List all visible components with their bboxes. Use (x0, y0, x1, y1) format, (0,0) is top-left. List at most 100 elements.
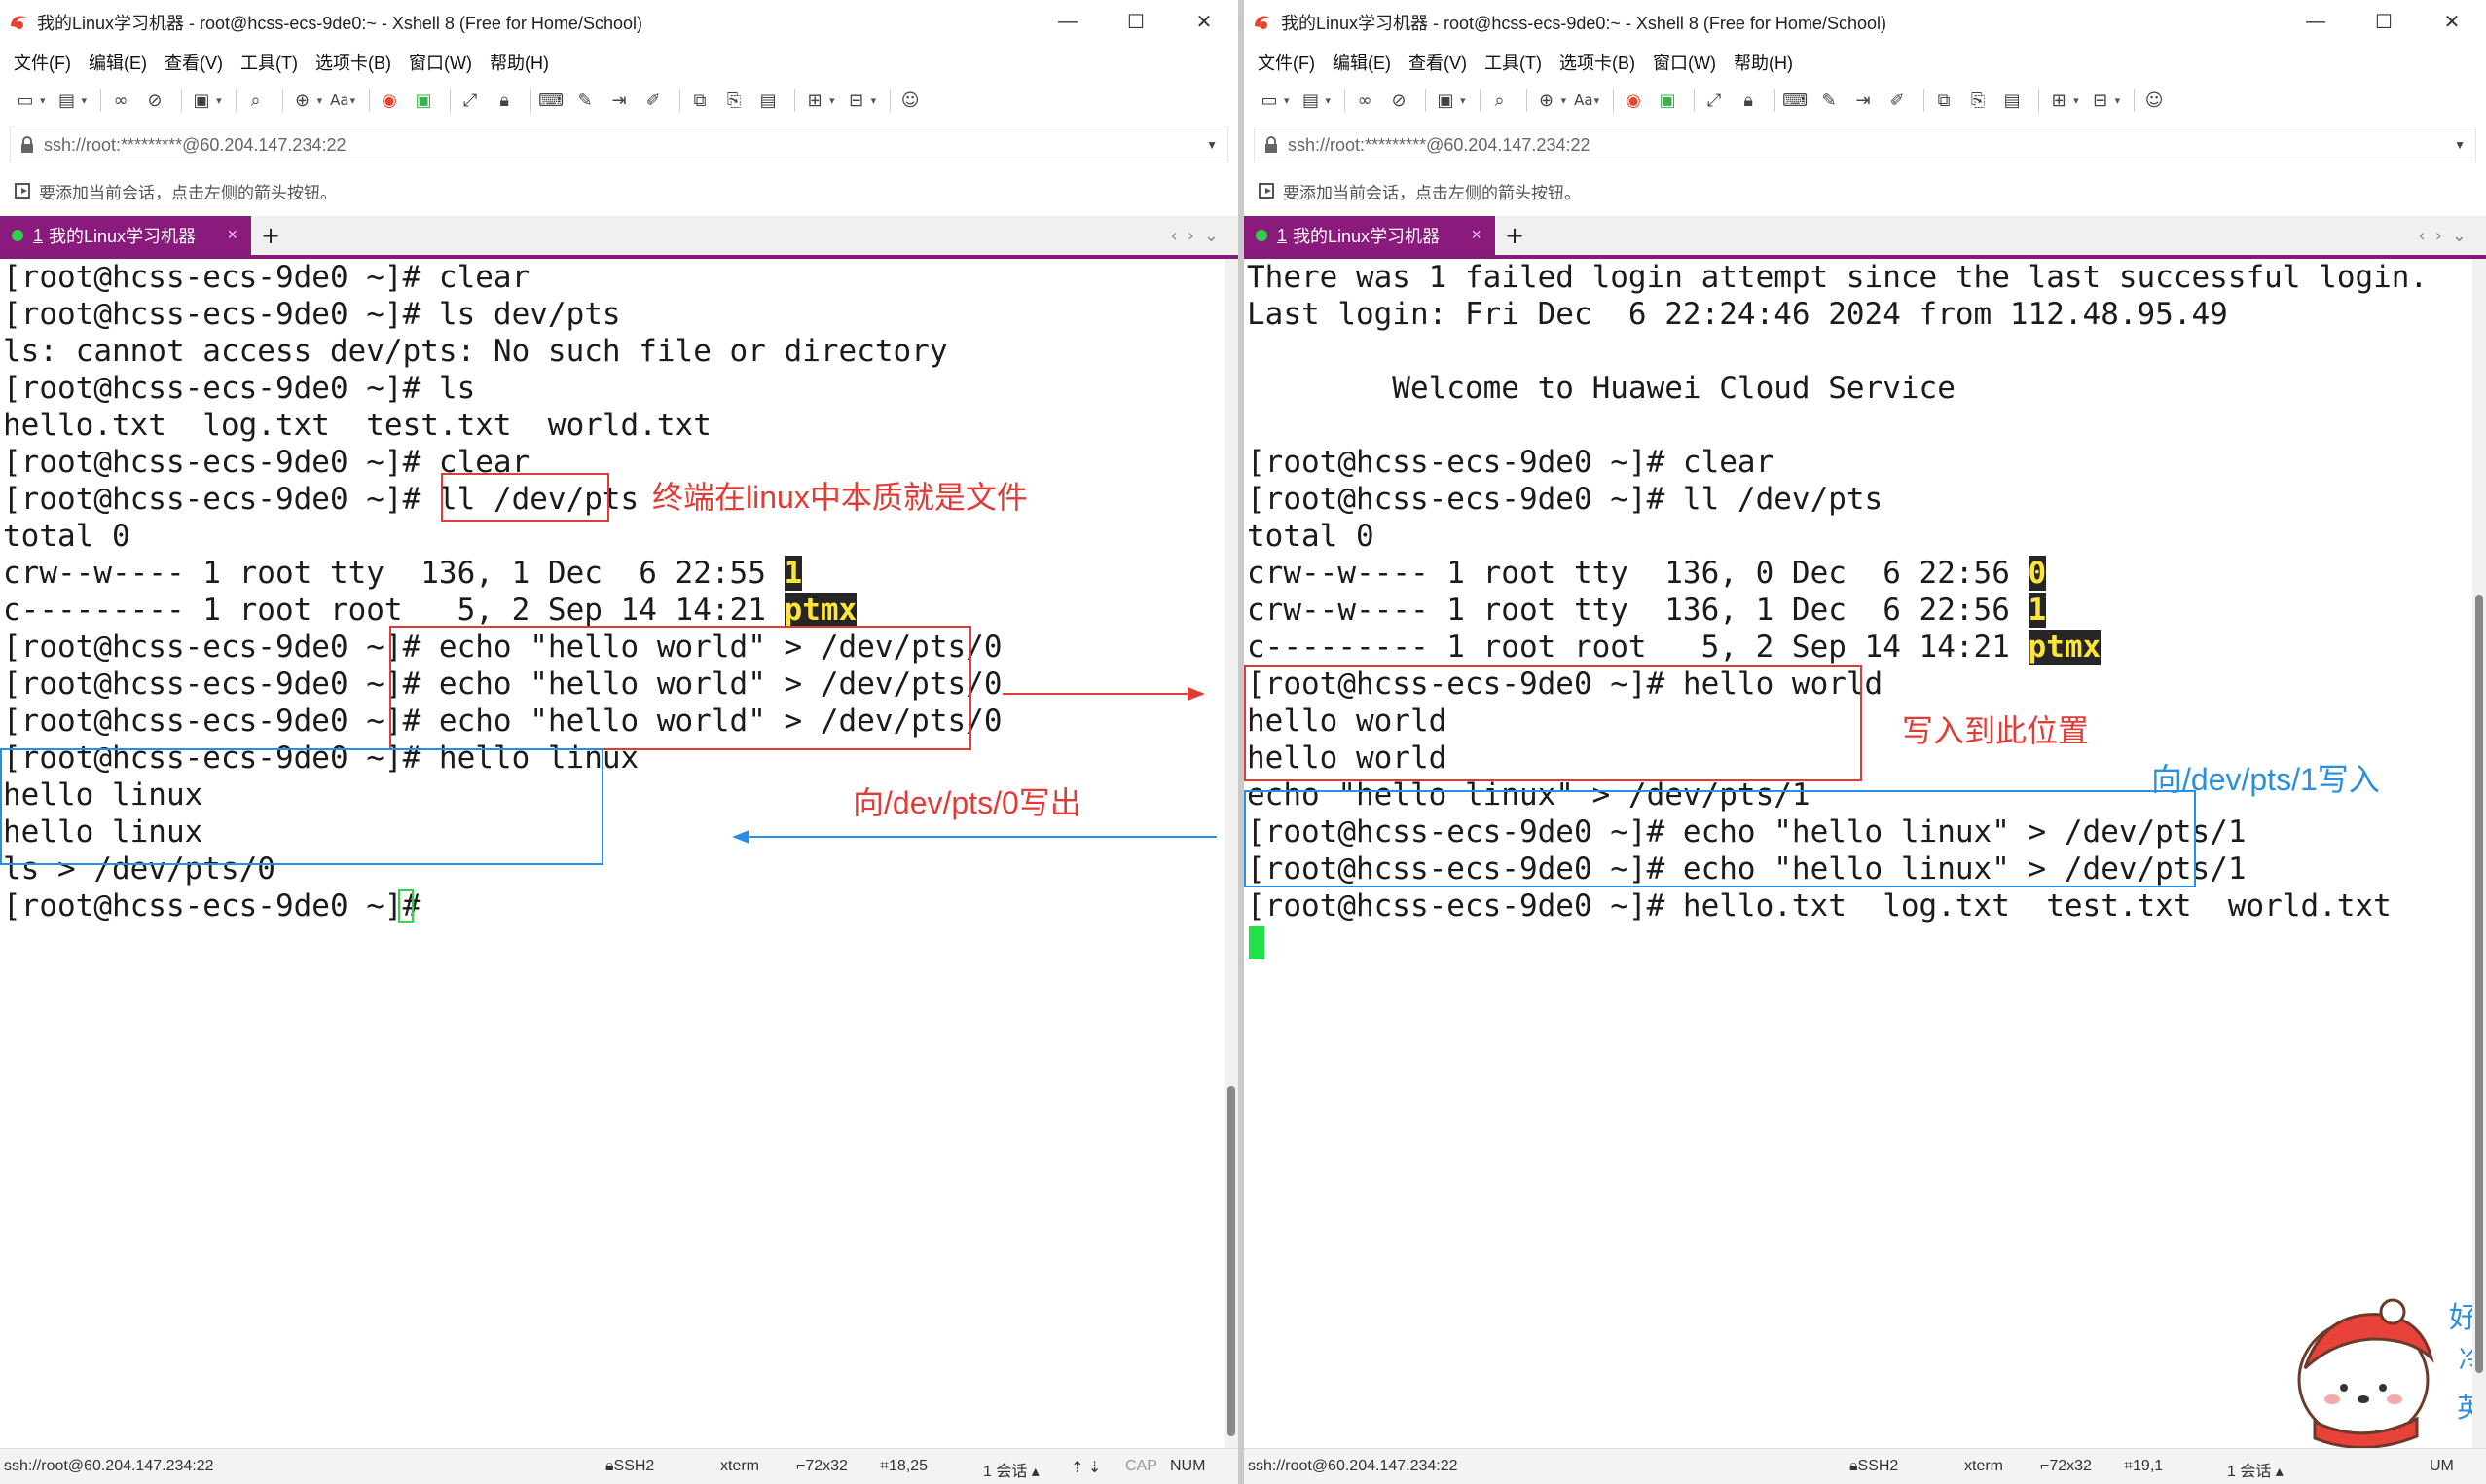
layout-icon[interactable]: ⊟ (2087, 87, 2114, 114)
chat-icon[interactable]: ☺ (2140, 87, 2168, 114)
menu-edit[interactable]: 编辑(E) (1333, 50, 1391, 75)
vertical-scrollbar[interactable] (2472, 259, 2486, 1449)
lock-icon[interactable]: 🔒︎ (1735, 87, 1762, 114)
menu-window[interactable]: 窗口(W) (409, 50, 472, 75)
title-bar[interactable]: 我的Linux学习机器 - root@hcss-ecs-9de0:~ - Xsh… (1244, 0, 2486, 44)
add-icon[interactable]: ⊞ (2045, 87, 2072, 114)
new-session-icon[interactable]: ▭ (1256, 87, 1283, 114)
disconnect-icon[interactable]: ⊘ (141, 87, 168, 114)
layout-icon[interactable]: ⊟ (843, 87, 870, 114)
pencil-icon[interactable]: ✎ (571, 87, 599, 114)
menu-view[interactable]: 查看(V) (165, 50, 223, 75)
font-icon[interactable]: Aa (330, 87, 348, 114)
status-sessions[interactable]: 1 会话 ▴ (983, 1458, 1040, 1481)
title-bar[interactable]: 我的Linux学习机器 - root@hcss-ecs-9de0:~ - Xsh… (0, 0, 1238, 44)
open-folder-icon[interactable]: ▤ (1298, 87, 1325, 114)
paste-icon[interactable]: ▤ (754, 87, 782, 114)
menu-edit[interactable]: 编辑(E) (89, 50, 147, 75)
tab-number: 1 (33, 225, 44, 245)
xftp-green-icon[interactable]: ▣ (1654, 87, 1681, 114)
address-bar[interactable]: ssh://root:*********@60.204.147.234:22 ▼ (1254, 127, 2476, 163)
scrollbar-thumb[interactable] (2475, 595, 2483, 1373)
toolbar: ▭ ▾ ▤ ▾ ∞ ⊘ ▣ ▾ ⌕ ⊕ ▾ Aa ▾ ◉ ▣ ⤢ 🔒︎ ⌨ ✎ ⇥ ✐ ⧉… (1244, 80, 2486, 121)
globe-icon[interactable]: ⊕ (1533, 87, 1560, 114)
terminal-area[interactable]: [root@hcss-ecs-9de0 ~]# clear [root@hcss… (0, 259, 1238, 1449)
menu-window[interactable]: 窗口(W) (1653, 50, 1716, 75)
search-icon[interactable]: ⌕ (242, 87, 270, 114)
annotation-box-hello-world (1244, 665, 1862, 781)
script-icon[interactable]: ✐ (1883, 87, 1911, 114)
menu-tabs[interactable]: 选项卡(B) (315, 50, 391, 75)
blue-arrow (732, 830, 1217, 844)
fullscreen-icon[interactable]: ⤢ (457, 87, 484, 114)
xshell-red-icon[interactable]: ◉ (376, 87, 403, 114)
paste-icon[interactable]: ▤ (1998, 87, 2026, 114)
font-icon[interactable]: Aa (1574, 87, 1592, 114)
chevron-down-icon[interactable]: ▼ (1206, 138, 1218, 152)
compose-icon[interactable]: ⌨ (537, 87, 565, 114)
xftp-green-icon[interactable]: ▣ (410, 87, 437, 114)
add-icon[interactable]: ⊞ (801, 87, 828, 114)
xshell-logo-icon (1255, 15, 1270, 29)
tunnel-icon[interactable]: ⧉ (1930, 87, 1957, 114)
copy-icon[interactable]: ⎘ (720, 87, 748, 114)
new-window-icon[interactable]: ▣ (188, 87, 215, 114)
address-bar[interactable]: ssh://root:*********@60.204.147.234:22 ▼ (10, 127, 1228, 163)
reconnect-icon[interactable]: ∞ (107, 87, 134, 114)
menu-tabs[interactable]: 选项卡(B) (1559, 50, 1635, 75)
fullscreen-icon[interactable]: ⤢ (1700, 87, 1728, 114)
compose-icon[interactable]: ⌨ (1781, 87, 1809, 114)
term-line: crw--w---- 1 root tty 136, 1 Dec 6 22:56… (1247, 593, 2047, 628)
minimize-icon[interactable]: — (2282, 0, 2350, 44)
chevron-down-icon[interactable]: ▼ (2454, 138, 2466, 152)
transfer-icon[interactable]: ⇥ (1849, 87, 1877, 114)
tab-session[interactable]: 1 我的Linux学习机器 × (1244, 216, 1495, 255)
tab-session[interactable]: 1 我的Linux学习机器 × (0, 216, 251, 255)
scrollbar-thumb[interactable] (1227, 1086, 1235, 1436)
session-arrow-icon[interactable] (14, 182, 33, 199)
status-sessions[interactable]: 1 会话 ▴ (2227, 1458, 2284, 1481)
menu-help[interactable]: 帮助(H) (490, 50, 549, 75)
tab-nav-icons[interactable]: ‹›⌄ (2419, 216, 2486, 255)
tab-close-icon[interactable]: × (227, 225, 238, 245)
close-icon[interactable]: ✕ (1170, 0, 1238, 44)
disconnect-icon[interactable]: ⊘ (1385, 87, 1412, 114)
menu-file[interactable]: 文件(F) (14, 50, 71, 75)
status-scroll-arrows[interactable]: ⇡ ⇣ (1071, 1458, 1101, 1477)
new-session-icon[interactable]: ▭ (12, 87, 39, 114)
search-icon[interactable]: ⌕ (1486, 87, 1514, 114)
copy-icon[interactable]: ⎘ (1964, 87, 1992, 114)
open-folder-icon[interactable]: ▤ (54, 87, 81, 114)
add-tab-icon[interactable]: + (251, 216, 290, 255)
terminal-area[interactable]: There was 1 failed login attempt since t… (1244, 259, 2486, 1449)
reconnect-icon[interactable]: ∞ (1351, 87, 1378, 114)
menu-tools[interactable]: 工具(T) (1484, 50, 1542, 75)
session-arrow-icon[interactable] (1258, 182, 1277, 199)
tab-nav-icons[interactable]: ‹›⌄ (1171, 216, 1238, 255)
menu-bar: 文件(F) 编辑(E) 查看(V) 工具(T) 选项卡(B) 窗口(W) 帮助(… (1244, 44, 2486, 80)
transfer-icon[interactable]: ⇥ (605, 87, 633, 114)
xshell-red-icon[interactable]: ◉ (1620, 87, 1647, 114)
add-tab-icon[interactable]: + (1495, 216, 1534, 255)
tunnel-icon[interactable]: ⧉ (686, 87, 713, 114)
globe-icon[interactable]: ⊕ (289, 87, 316, 114)
term-line: total 0 (1247, 519, 1374, 554)
menu-help[interactable]: 帮助(H) (1734, 50, 1793, 75)
lock-icon[interactable]: 🔒︎ (491, 87, 518, 114)
menu-file[interactable]: 文件(F) (1258, 50, 1315, 75)
maximize-icon[interactable]: ☐ (2350, 0, 2418, 44)
maximize-icon[interactable]: ☐ (1102, 0, 1170, 44)
script-icon[interactable]: ✐ (640, 87, 667, 114)
tab-close-icon[interactable]: × (1471, 225, 1481, 245)
menu-view[interactable]: 查看(V) (1408, 50, 1467, 75)
chat-icon[interactable]: ☺ (896, 87, 924, 114)
term-line: Welcome to Huawei Cloud Service (1247, 371, 1956, 406)
pencil-icon[interactable]: ✎ (1815, 87, 1843, 114)
menu-tools[interactable]: 工具(T) (240, 50, 298, 75)
new-window-icon[interactable]: ▣ (1432, 87, 1459, 114)
minimize-icon[interactable]: — (1034, 0, 1102, 44)
vertical-scrollbar[interactable] (1225, 259, 1238, 1449)
toolbar: ▭ ▾ ▤ ▾ ∞ ⊘ ▣ ▾ ⌕ ⊕ ▾ Aa ▾ ◉ ▣ ⤢ 🔒︎ ⌨ ✎ ⇥ ✐ ⧉… (0, 80, 1238, 121)
close-icon[interactable]: ✕ (2418, 0, 2486, 44)
status-bar: ssh://root@60.204.147.234:22 🔒︎SSH2 xter… (1244, 1448, 2486, 1484)
